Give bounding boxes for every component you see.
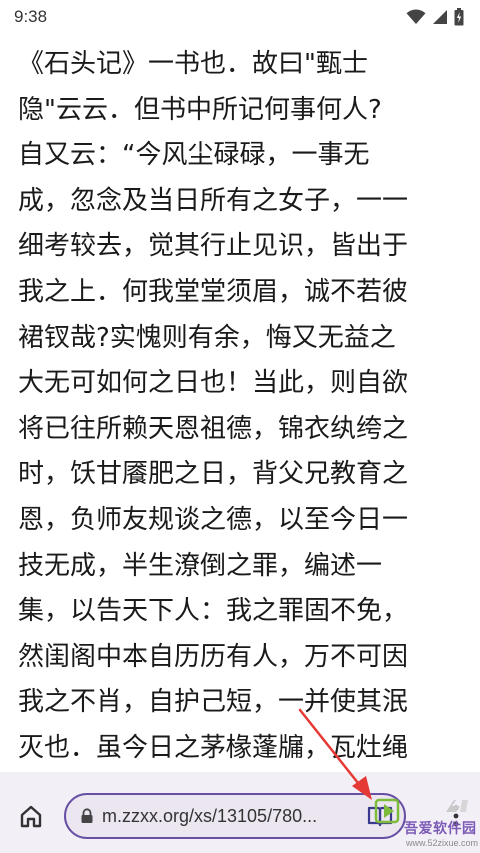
- browser-page: 9:38 《石头记》一书也．故曰"甄士 隐"云云．但书中所记何事何人? 自又云：…: [0, 0, 480, 853]
- text-line: 隐"云云．但书中所记何事何人?: [18, 94, 382, 125]
- home-icon: [18, 803, 44, 833]
- text-line: 自又云：“今风尘碌碌，一事无: [18, 140, 370, 171]
- text-line: 恩，负师友规谈之德，以至今日一: [18, 504, 409, 535]
- reader-mode-button[interactable]: [366, 805, 394, 831]
- text-line: 细考较去，觉其行止见识，皆出于: [18, 231, 409, 262]
- browser-toolbar: m.zzxx.org/xs/13105/780...: [0, 773, 480, 853]
- more-options-button[interactable]: [448, 803, 464, 833]
- text-line: 将已往所赖天恩祖德，锦衣纨绔之: [18, 413, 409, 444]
- text-line: 我之上．何我堂堂须眉，诚不若彼: [18, 276, 409, 307]
- url-bar[interactable]: m.zzxx.org/xs/13105/780...: [64, 793, 406, 839]
- text-line: 技无成，半生潦倒之罪，编述一: [18, 550, 383, 581]
- text-line: 成，忽念及当日所有之女子，一一: [18, 185, 409, 216]
- url-text: m.zzxx.org/xs/13105/780...: [102, 805, 318, 826]
- more-vertical-icon: [453, 804, 459, 832]
- status-icons: [406, 8, 464, 26]
- text-line: 然闺阁中本自历历有人，万不可因: [18, 641, 409, 672]
- text-line: 灭也．虽今日之茅椽蓬牖，瓦灶绳: [18, 732, 409, 763]
- signal-icon: [432, 9, 448, 25]
- wifi-icon: [406, 9, 426, 25]
- reader-content: 《石头记》一书也．故曰"甄士 隐"云云．但书中所记何事何人? 自又云：“今风尘碌…: [18, 42, 466, 772]
- text-line: 裙钗哉?实愧则有余，悔又无益之: [18, 322, 396, 353]
- status-bar: 9:38: [0, 0, 480, 34]
- book-open-icon: [367, 805, 393, 831]
- home-button[interactable]: [16, 803, 46, 833]
- battery-charging-icon: [454, 8, 464, 26]
- text-line: 大无可如何之日也！当此，则自欲: [18, 368, 409, 399]
- text-line: 集，以告天下人：我之罪固不免，: [18, 596, 409, 627]
- text-line: 《石头记》一书也．故曰"甄士: [18, 49, 368, 79]
- lock-icon: [80, 808, 94, 824]
- text-line: 我之不肖，自护己短，一并使其泯: [18, 687, 409, 718]
- status-time: 9:38: [14, 7, 48, 26]
- text-line: 时，饫甘餍肥之日，背父兄教育之: [18, 459, 409, 490]
